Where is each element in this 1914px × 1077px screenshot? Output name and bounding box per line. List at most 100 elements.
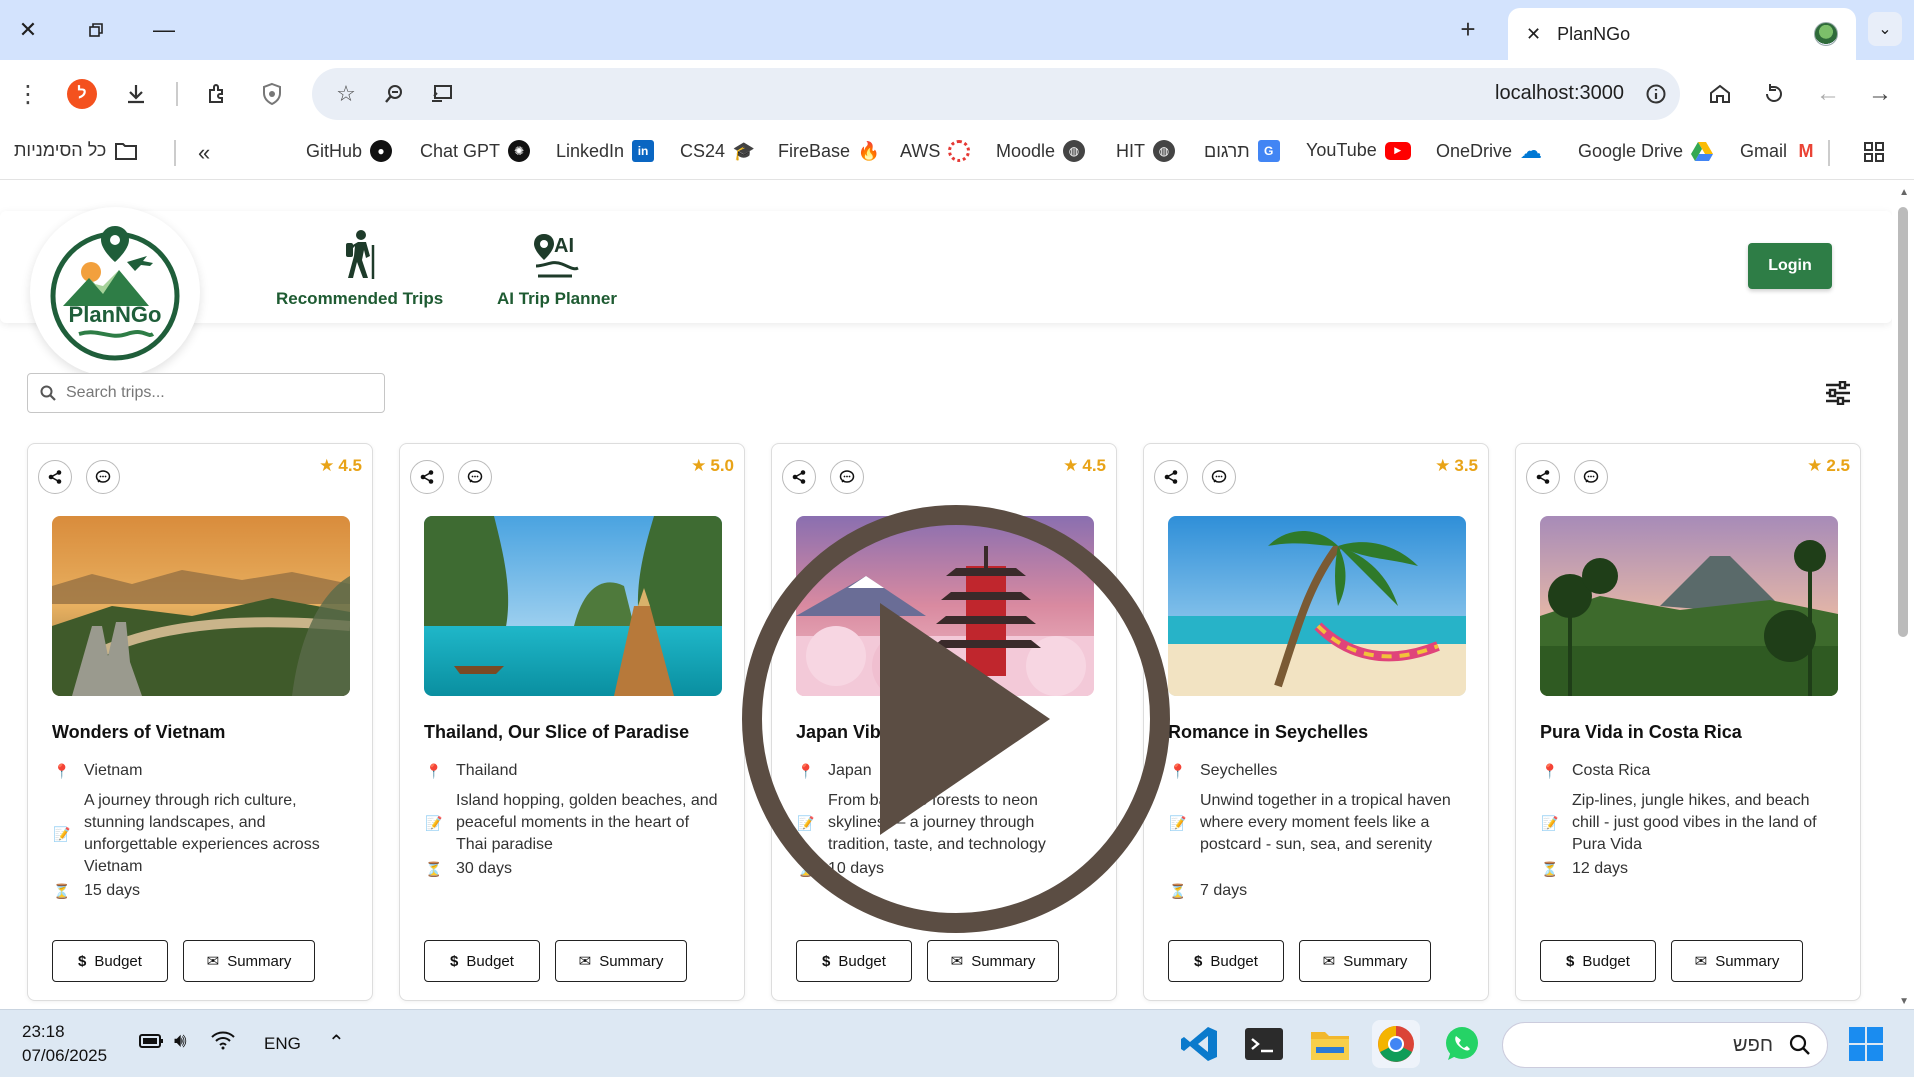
trip-title[interactable]: Pura Vida in Costa Rica — [1540, 722, 1742, 743]
tray-chevron-up-icon[interactable]: ⌃ — [328, 1030, 345, 1055]
budget-button[interactable]: $ Budget — [52, 940, 168, 982]
language-indicator[interactable]: ENG — [264, 1034, 301, 1054]
bookmark-gmail[interactable]: Gmail M — [1740, 140, 1817, 162]
scroll-up-icon[interactable]: ▲ — [1899, 187, 1909, 198]
volume-icon[interactable]: 🔊︎ — [174, 1030, 187, 1053]
terminal-icon[interactable] — [1240, 1020, 1288, 1068]
share-icon[interactable] — [38, 460, 72, 494]
windows-start-icon[interactable] — [1842, 1020, 1890, 1068]
bookmark-star-icon[interactable]: ☆ — [330, 78, 362, 110]
dollar-icon: $ — [1566, 952, 1575, 970]
summary-button[interactable]: ✉ Summary — [555, 940, 687, 982]
menu-kebab-icon[interactable]: ⋮ — [10, 76, 46, 112]
budget-button[interactable]: $ Budget — [1540, 940, 1656, 982]
bookmark-chatgpt[interactable]: Chat GPT ✺ — [420, 140, 531, 162]
collapse-chevrons-icon[interactable]: « — [198, 140, 210, 166]
chrome-icon[interactable] — [1372, 1020, 1420, 1068]
nav-recommended-trips[interactable]: Recommended Trips — [276, 227, 443, 309]
comment-icon[interactable] — [458, 460, 492, 494]
filter-sliders-icon[interactable] — [1822, 377, 1854, 409]
comment-icon[interactable] — [1202, 460, 1236, 494]
comment-icon[interactable] — [830, 460, 864, 494]
scroll-down-icon[interactable]: ▼ — [1899, 996, 1909, 1007]
dollar-icon: $ — [450, 952, 459, 970]
bookmark-cs24[interactable]: CS24 🎓 — [680, 140, 755, 162]
share-icon[interactable] — [782, 460, 816, 494]
budget-button[interactable]: $ Budget — [796, 940, 912, 982]
trip-title[interactable]: Thailand, Our Slice of Paradise — [424, 722, 689, 743]
url-text[interactable]: localhost:3000 — [1495, 82, 1624, 105]
bookmark-onedrive[interactable]: OneDrive ☁ — [1436, 138, 1542, 163]
downloads-icon[interactable] — [118, 76, 154, 112]
bookmark-firebase[interactable]: FireBase 🔥 — [778, 140, 880, 162]
all-bookmarks-folder[interactable]: כל הסימניות — [14, 140, 138, 161]
zoom-icon[interactable] — [378, 78, 410, 110]
battery-icon[interactable] — [138, 1030, 164, 1056]
bookmark-hit[interactable]: HIT ◍ — [1116, 140, 1175, 162]
cast-icon[interactable] — [426, 78, 458, 110]
wifi-icon[interactable] — [210, 1030, 236, 1056]
new-tab-icon[interactable]: + — [1452, 14, 1484, 46]
trip-card[interactable]: ★ 3.5 Romance in Seychelles 📍 Seychelles … — [1143, 443, 1489, 1001]
page-scrollbar[interactable]: ▲ ▼ — [1892, 181, 1914, 1009]
bookmark-linkedin[interactable]: LinkedIn in — [556, 140, 655, 162]
tab-search-chevron-icon[interactable]: ⌄ — [1868, 12, 1902, 46]
file-explorer-icon[interactable] — [1306, 1020, 1354, 1068]
search-box[interactable] — [27, 373, 385, 413]
rating-value: 4.5 — [338, 456, 362, 475]
trip-card[interactable]: ★ 2.5 Pura Vida in Costa Rica 📍 Costa Ric… — [1515, 443, 1861, 1001]
trip-title[interactable]: Romance in Seychelles — [1168, 722, 1368, 743]
tab-close-icon[interactable]: ✕ — [1526, 24, 1541, 45]
home-icon[interactable] — [1702, 76, 1738, 112]
plannGo-logo[interactable]: PlanNGo — [30, 207, 200, 377]
search-input[interactable] — [66, 384, 366, 402]
trip-title[interactable]: Wonders of Vietnam — [52, 722, 225, 743]
envelope-icon: ✉ — [578, 953, 592, 970]
close-window-icon[interactable]: ✕ — [12, 14, 44, 46]
bookmark-google-drive[interactable]: Google Drive — [1578, 140, 1714, 162]
scroll-thumb[interactable] — [1898, 207, 1908, 637]
trip-card[interactable]: ★ 5.0 Thailand, Our Slice of Paradise 📍 T… — [399, 443, 745, 1001]
graduation-cap-icon: 🎓 — [732, 140, 756, 161]
bookmark-youtube[interactable]: YouTube ▶ — [1306, 140, 1411, 161]
summary-button[interactable]: ✉ Summary — [183, 940, 315, 982]
reload-icon[interactable] — [1756, 76, 1792, 112]
system-clock[interactable]: 23:18 07/06/2025 — [22, 1020, 107, 1068]
bookmark-moodle[interactable]: Moodle ◍ — [996, 140, 1086, 162]
restore-window-icon[interactable] — [80, 14, 112, 46]
nav-ai-trip-planner[interactable]: AI AI Trip Planner — [497, 227, 617, 309]
bookmark-github[interactable]: GitHub ● — [306, 140, 393, 162]
bookmark-translate[interactable]: תרגום G — [1204, 140, 1280, 162]
apps-grid-icon[interactable] — [1862, 140, 1886, 164]
share-icon[interactable] — [1526, 460, 1560, 494]
tab-plannGo[interactable]: ✕ PlanNGo — [1508, 8, 1856, 60]
budget-button[interactable]: $ Budget — [424, 940, 540, 982]
summary-button[interactable]: ✉ Summary — [1299, 940, 1431, 982]
envelope-icon: ✉ — [206, 953, 220, 970]
address-bar[interactable]: ☆ localhost:3000 — [312, 68, 1680, 120]
minimize-window-icon[interactable]: — — [148, 14, 180, 46]
shield-icon[interactable] — [254, 76, 290, 112]
whatsapp-icon[interactable] — [1438, 1020, 1486, 1068]
video-play-overlay[interactable] — [740, 503, 1172, 935]
summary-button[interactable]: ✉ Summary — [927, 940, 1059, 982]
share-icon[interactable] — [1154, 460, 1188, 494]
summary-button[interactable]: ✉ Summary — [1671, 940, 1803, 982]
back-icon[interactable]: ← — [1810, 76, 1846, 112]
rating-badge: ★ 2.5 — [1807, 456, 1850, 476]
login-button[interactable]: Login — [1748, 243, 1832, 289]
budget-button[interactable]: $ Budget — [1168, 940, 1284, 982]
forward-icon[interactable]: → — [1862, 76, 1898, 112]
comment-icon[interactable] — [86, 460, 120, 494]
trip-card[interactable]: ★ 4.5 Wonders of Vietnam 📍 Vietnam 📝 A jo… — [27, 443, 373, 1001]
bookmark-aws[interactable]: AWS — [900, 140, 971, 162]
profile-icon[interactable]: ל — [64, 76, 100, 112]
extensions-icon[interactable] — [200, 76, 236, 112]
comment-icon[interactable] — [1574, 460, 1608, 494]
globe-icon: ◍ — [1063, 140, 1086, 162]
site-info-icon[interactable] — [1640, 78, 1672, 110]
share-icon[interactable] — [410, 460, 444, 494]
taskbar-search[interactable]: חפש — [1502, 1022, 1828, 1068]
location-row: 📍 Costa Rica — [1540, 760, 1840, 782]
vscode-icon[interactable] — [1176, 1020, 1224, 1068]
